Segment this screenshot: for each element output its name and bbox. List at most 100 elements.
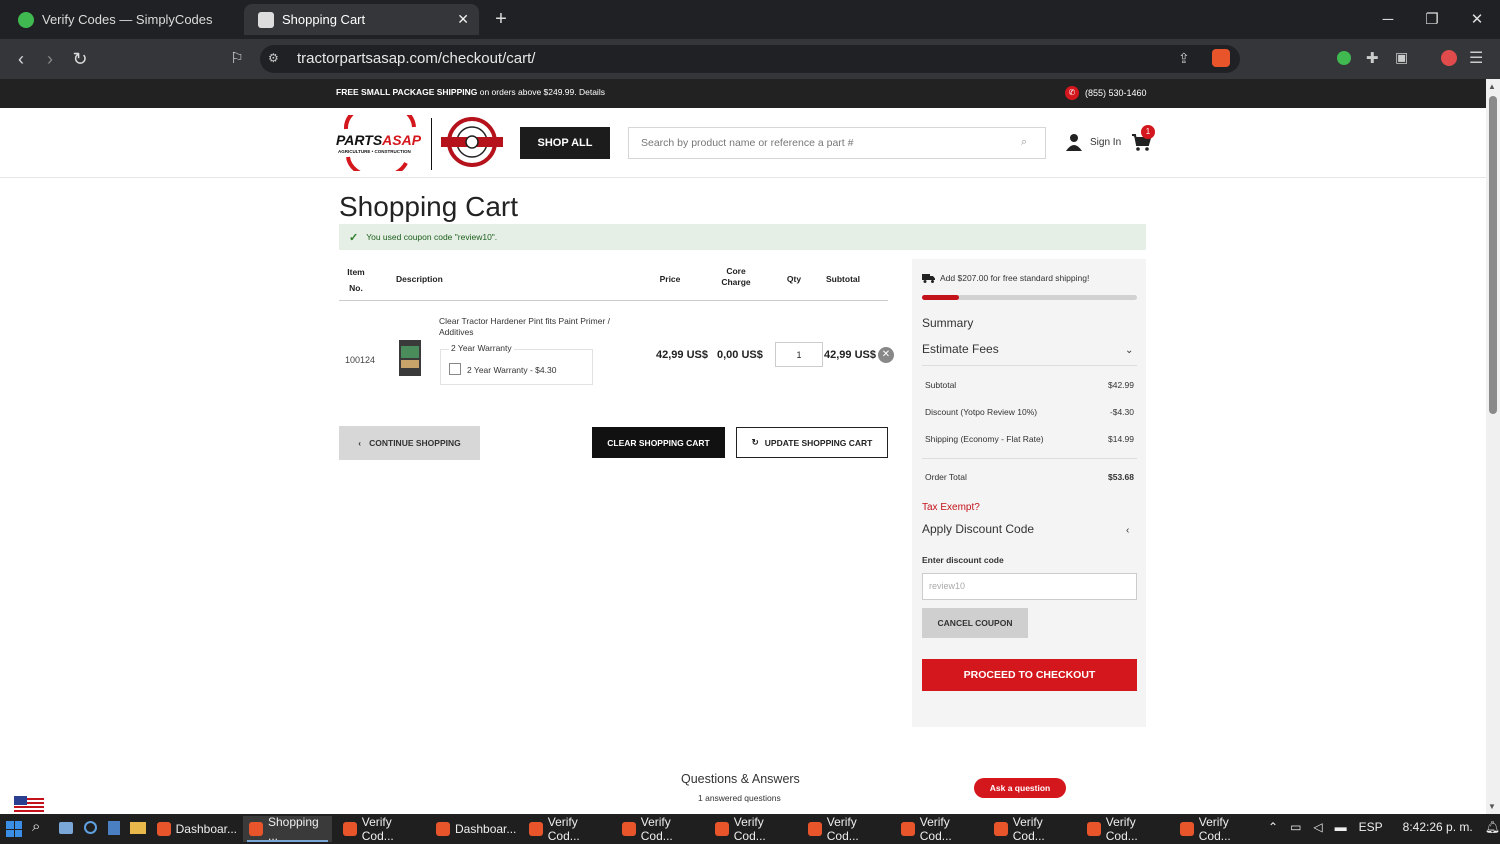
header-item-no: Item No.	[341, 264, 371, 296]
tax-exempt-link[interactable]: Tax Exempt?	[922, 502, 980, 513]
scrollbar-thumb[interactable]	[1489, 96, 1497, 414]
brave-icon	[1087, 822, 1101, 836]
chevron-left-icon[interactable]: ‹	[1126, 525, 1129, 536]
wallet-icon[interactable]	[1441, 50, 1457, 66]
extensions-puzzle-icon[interactable]: ✚	[1366, 49, 1379, 67]
sign-in-link[interactable]: Sign In	[1066, 133, 1121, 151]
notification-icon[interactable]: 🔔︎	[1485, 820, 1500, 834]
close-window-icon[interactable]: ✕	[1466, 9, 1488, 31]
warranty-option-label[interactable]: 2 Year Warranty - $4.30	[467, 365, 556, 375]
file-explorer-icon[interactable]	[130, 822, 146, 834]
taskbar-label: Verify Cod...	[1012, 815, 1045, 843]
item-number: 100124	[345, 355, 376, 365]
us-flag-icon[interactable]	[14, 796, 44, 814]
quantity-input[interactable]: 1	[775, 342, 823, 367]
update-cart-button[interactable]: ↻ UPDATE SHOPPING CART	[736, 427, 888, 458]
taskbar-item[interactable]: Verify Cod...	[802, 815, 891, 843]
scroll-up-icon[interactable]: ▲	[1488, 82, 1496, 91]
taskbar-item[interactable]: Verify Cod...	[895, 815, 984, 843]
display-icon[interactable]: ▬	[1335, 820, 1347, 834]
share-icon[interactable]: ⇪	[1178, 50, 1190, 67]
scroll-down-icon[interactable]: ▼	[1488, 802, 1496, 811]
forward-icon[interactable]: ›	[38, 47, 62, 71]
minimize-icon[interactable]: ─	[1377, 9, 1399, 31]
estimate-fees-toggle[interactable]: Estimate Fees	[922, 342, 999, 356]
cancel-coupon-button[interactable]: CANCEL COUPON	[922, 608, 1028, 638]
header-item-line1: Item	[347, 267, 365, 277]
apply-discount-toggle[interactable]: Apply Discount Code	[922, 522, 1034, 536]
subtotal-value: $42.99	[1108, 380, 1134, 390]
chevron-up-icon[interactable]: ⌃	[1268, 820, 1278, 834]
item-subtotal: 42,99 US$	[824, 349, 876, 361]
network-icon[interactable]: ▭	[1290, 820, 1301, 834]
phone-link[interactable]: ✆ (855) 530-1460	[1065, 86, 1147, 100]
bookmark-icon[interactable]: ⚐	[225, 47, 249, 71]
windows-start-icon[interactable]	[6, 821, 22, 837]
taskbar-item[interactable]: Dashboar...	[151, 816, 237, 842]
back-icon[interactable]: ‹	[9, 47, 33, 71]
header-core-line1: Core	[726, 266, 746, 276]
discount-code-input[interactable]: review10	[922, 573, 1137, 600]
taskbar-item[interactable]: Verify Cod...	[1174, 815, 1263, 843]
camera-icon[interactable]	[59, 822, 73, 834]
taskbar-item[interactable]: Verify Cod...	[1081, 815, 1170, 843]
parts-asap-logo[interactable]: PARTSASAP AGRICULTURE • CONSTRUCTION	[336, 115, 424, 171]
warranty-checkbox[interactable]	[449, 363, 461, 375]
all-states-ag-parts-logo[interactable]	[439, 117, 505, 167]
partsasap-favicon-icon	[258, 11, 274, 28]
table-header-divider	[339, 300, 888, 301]
proceed-to-checkout-button[interactable]: PROCEED TO CHECKOUT	[922, 659, 1137, 691]
total-divider	[922, 458, 1137, 459]
volume-icon[interactable]: ◁	[1313, 820, 1322, 834]
ask-question-button[interactable]: Ask a question	[974, 778, 1066, 798]
brave-icon	[1180, 822, 1194, 836]
shop-all-button[interactable]: SHOP ALL	[520, 127, 610, 159]
brave-shields-icon[interactable]	[1212, 49, 1230, 67]
reload-icon[interactable]: ↻	[68, 47, 92, 71]
brave-icon	[808, 822, 822, 836]
extension-icon[interactable]	[1337, 51, 1351, 65]
sidebar-icon[interactable]: ▣	[1395, 49, 1408, 66]
product-name-link[interactable]: Clear Tractor Hardener Pint fits Paint P…	[439, 316, 639, 338]
restore-icon[interactable]: ❐	[1421, 9, 1443, 31]
clock[interactable]: 8:42:26 p. m.	[1403, 820, 1473, 834]
site-info-icon[interactable]: ⚙	[268, 51, 279, 65]
order-total-label: Order Total	[925, 472, 967, 482]
taskbar-item[interactable]: Verify Cod...	[616, 815, 705, 843]
tab-shopping-cart[interactable]: Shopping Cart ✕	[244, 4, 479, 35]
taskbar-label: Dashboar...	[175, 822, 237, 836]
product-image[interactable]	[398, 338, 422, 378]
header-item-line2: No.	[349, 283, 363, 293]
search-input[interactable]: Search by product name or reference a pa…	[628, 127, 1046, 159]
search-taskbar-icon[interactable]: ⌕	[32, 818, 40, 835]
chevron-down-icon[interactable]: ⌄	[1125, 345, 1133, 356]
discount-code-label: Enter discount code	[922, 555, 1004, 565]
taskbar-item[interactable]: Verify Cod...	[337, 815, 426, 843]
promo-text[interactable]: FREE SMALL PACKAGE SHIPPING on orders ab…	[336, 87, 605, 97]
header-subtotal: Subtotal	[826, 274, 860, 284]
close-tab-icon[interactable]: ✕	[457, 11, 469, 28]
taskbar-item[interactable]: Verify Cod...	[709, 815, 798, 843]
url-text[interactable]: tractorpartsasap.com/checkout/cart/	[297, 50, 535, 67]
clear-cart-button[interactable]: CLEAR SHOPPING CART	[592, 427, 725, 458]
new-tab-button[interactable]: +	[490, 8, 512, 30]
brave-icon	[436, 822, 450, 836]
taskbar-label: Dashboar...	[455, 822, 517, 836]
taskbar-item[interactable]: Verify Cod...	[523, 815, 612, 843]
browser-icon[interactable]	[84, 821, 97, 834]
brave-icon	[901, 822, 915, 836]
taskbar-item-active[interactable]: Shopping ...	[243, 815, 332, 843]
remove-item-icon[interactable]: ✕	[878, 347, 894, 363]
language-indicator[interactable]: ESP	[1359, 820, 1383, 834]
taskbar-item[interactable]: Verify Cod...	[988, 815, 1077, 843]
tab-verify-codes[interactable]: Verify Codes — SimplyCodes	[4, 4, 240, 35]
taskbar-label: Verify Cod...	[733, 815, 766, 843]
taskbar-label: Verify Cod...	[826, 815, 859, 843]
continue-shopping-button[interactable]: ‹ CONTINUE SHOPPING	[339, 426, 480, 460]
app-icon[interactable]	[108, 821, 120, 835]
search-icon[interactable]: ⌕	[1021, 136, 1027, 149]
taskbar-label: Verify Cod...	[640, 815, 673, 843]
taskbar-item[interactable]: Dashboar...	[430, 816, 519, 842]
menu-icon[interactable]: ☰	[1469, 48, 1483, 68]
item-price: 42,99 US$	[656, 349, 708, 361]
